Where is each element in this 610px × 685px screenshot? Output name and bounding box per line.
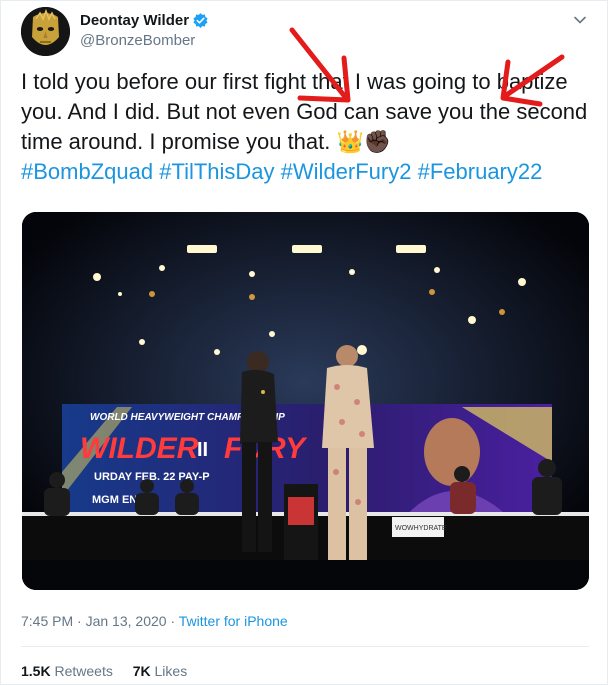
hashtag-bombzquad[interactable]: #BombZquad: [21, 159, 153, 184]
tweet-text: I told you before our first fight that I…: [21, 67, 591, 187]
banner-wilder-text: WILDER: [80, 432, 199, 465]
divider: [21, 646, 589, 647]
chevron-down-icon[interactable]: [573, 13, 587, 27]
retweets-stat[interactable]: 1.5K Retweets: [21, 663, 113, 679]
tweet-stats: 1.5K Retweets 7K Likes: [21, 663, 203, 679]
tweet-card: Deontay Wilder @BronzeBomber I told you …: [0, 0, 608, 685]
avatar[interactable]: [21, 7, 70, 56]
likes-stat[interactable]: 7K Likes: [133, 663, 187, 679]
retweets-count: 1.5K: [21, 663, 51, 679]
verified-badge-icon: [193, 13, 208, 28]
meta-separator: ·: [77, 613, 82, 629]
gold-mask-avatar-icon: [21, 7, 70, 56]
hashtag-tilthisday[interactable]: #TilThisDay: [159, 159, 274, 184]
tweet-body: I told you before our first fight that I…: [21, 69, 588, 154]
banner-ii-text: II: [197, 439, 208, 461]
retweets-label: Retweets: [54, 663, 113, 679]
tweet-photo[interactable]: WORLD HEAVYWEIGHT CHAMPIONSHIP WILDER II…: [22, 212, 589, 590]
tweet-date[interactable]: Jan 13, 2020: [86, 613, 167, 629]
tweet-metadata: 7:45 PM · Jan 13, 2020 · Twitter for iPh…: [21, 613, 288, 629]
crown-emoji: 👑: [336, 129, 364, 154]
display-name[interactable]: Deontay Wilder: [80, 12, 189, 29]
hashtag-february22[interactable]: #February22: [418, 159, 543, 184]
hashtag-wilderfury2[interactable]: #WilderFury2: [281, 159, 412, 184]
podium-label: WOWHYDRATE: [395, 525, 447, 532]
tweet-time[interactable]: 7:45 PM: [21, 613, 73, 629]
likes-label: Likes: [154, 663, 188, 679]
tweet-source-link[interactable]: Twitter for iPhone: [179, 613, 288, 629]
banner-venue-text: MGM EN: [92, 494, 137, 506]
press-conference-image: WORLD HEAVYWEIGHT CHAMPIONSHIP WILDER II…: [22, 212, 589, 590]
meta-separator: ·: [170, 613, 176, 629]
likes-count: 7K: [132, 663, 151, 679]
raised-fist-emoji: ✊🏿: [363, 129, 392, 154]
user-handle[interactable]: @BronzeBomber: [80, 32, 195, 49]
